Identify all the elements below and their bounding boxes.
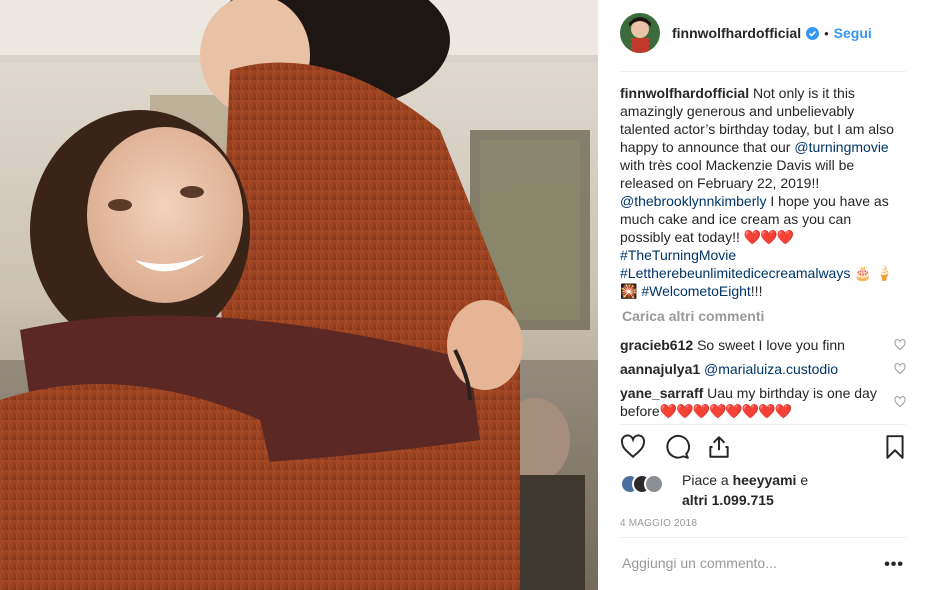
likes-count[interactable]: altri 1.099.715	[682, 492, 774, 508]
likes-prefix: Piace a	[682, 472, 729, 488]
avatar[interactable]	[620, 13, 660, 53]
fireworks-emoji-icon: 🎇	[620, 283, 638, 299]
add-comment-divider	[620, 537, 906, 538]
caption-hearts: ❤️❤️❤️	[743, 229, 794, 245]
verified-badge-icon	[806, 26, 820, 40]
cake-emoji-icon: 🎂	[854, 265, 872, 281]
comment-username[interactable]: aannajulya1	[620, 361, 700, 377]
caption-hashtag-icecream[interactable]: #Lettherebeunlimitedicecreamalways	[620, 265, 850, 281]
post-date[interactable]: 4 MAGGIO 2018	[620, 518, 697, 529]
avatar	[644, 474, 664, 494]
comment-mention[interactable]: @marialuiza.custodio	[704, 361, 838, 377]
more-options-icon[interactable]: •••	[884, 556, 904, 574]
caption-mention-turningmovie[interactable]: @turningmovie	[794, 139, 888, 155]
likes-summary: Piace a heeyyami e altri 1.099.715	[620, 470, 900, 510]
comment-item: gracieb612 So sweet I love you finn	[620, 336, 890, 354]
follow-button[interactable]: Segui	[834, 25, 872, 41]
caption-hashtag-turning[interactable]: #TheTurningMovie	[620, 247, 736, 263]
heart-outline-icon[interactable]	[620, 434, 646, 460]
header-divider	[620, 71, 906, 72]
caption-text-2: with très cool Mackenzie Davis will be r…	[620, 157, 855, 191]
bookmark-icon[interactable]	[882, 434, 908, 460]
action-bar	[620, 434, 910, 462]
caption-tail: !!!	[750, 283, 763, 299]
heart-outline-icon[interactable]	[894, 363, 906, 375]
comment-item: yane_sarraff Uau my birthday is one day …	[620, 384, 890, 420]
share-upload-icon[interactable]	[706, 434, 732, 460]
heart-outline-icon[interactable]	[894, 396, 906, 408]
speech-bubble-icon[interactable]	[664, 434, 690, 460]
separator-dot: •	[824, 25, 829, 41]
comment-text: So sweet I love you finn	[697, 337, 845, 353]
icecream-emoji-icon: 🍦	[875, 265, 893, 281]
liker-avatars[interactable]	[620, 474, 678, 494]
add-comment-input[interactable]: Aggiungi un commento...	[622, 555, 777, 571]
likes-text: Piace a heeyyami e altri 1.099.715	[682, 470, 808, 510]
load-more-comments-button[interactable]: Carica altri commenti	[622, 308, 764, 324]
comments-divider	[620, 424, 906, 425]
caption-mention-brooklynn[interactable]: @thebrooklynnkimberly	[620, 193, 767, 209]
heart-outline-icon[interactable]	[894, 339, 906, 351]
header-username[interactable]: finnwolfhardofficial	[672, 25, 801, 41]
photo-illustration	[0, 0, 598, 590]
caption-username[interactable]: finnwolfhardofficial	[620, 85, 749, 101]
comment-username[interactable]: gracieb612	[620, 337, 693, 353]
likes-conj: e	[800, 472, 809, 488]
post-sidebar: finnwolfhardofficial • Segui finnwolfhar…	[598, 0, 928, 590]
post-header: finnwolfhardofficial • Segui	[620, 12, 908, 54]
liker-username[interactable]: heeyyami	[733, 472, 797, 488]
caption-hashtag-eight[interactable]: #WelcometoEight	[641, 283, 750, 299]
comment-item: aannajulya1 @marialuiza.custodio	[620, 360, 890, 378]
comment-username[interactable]: yane_sarraff	[620, 385, 703, 401]
post-photo[interactable]	[0, 0, 598, 590]
post-caption: finnwolfhardofficial Not only is it this…	[620, 84, 900, 300]
comment-hearts: ❤️❤️❤️❤️❤️❤️❤️❤️	[659, 403, 792, 419]
